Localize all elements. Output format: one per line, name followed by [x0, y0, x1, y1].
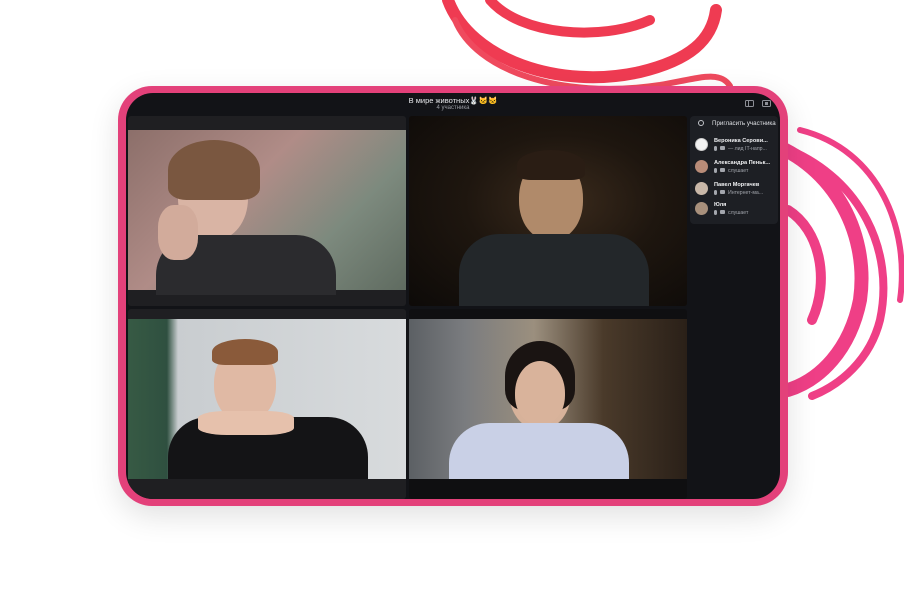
invite-label: Пригласить участника	[712, 120, 776, 127]
camera-icon	[720, 146, 725, 150]
video-feed	[409, 319, 687, 479]
mic-icon	[714, 210, 717, 215]
invite-user-icon	[698, 120, 704, 126]
participant-name: Юля	[714, 202, 727, 208]
avatar	[695, 138, 708, 151]
participant-status: Интернет-ма...	[714, 190, 776, 196]
tablet-frame: В мире животных🐰🐱🐱 4 участника Пригласит…	[118, 86, 788, 506]
participant-name: Александра Пеньк...	[714, 160, 771, 166]
invite-participant-button[interactable]: Пригласить участника	[690, 116, 778, 132]
avatar	[695, 160, 708, 173]
video-tile-2[interactable]	[409, 116, 687, 306]
participant-status: — лид IT-напр...	[714, 146, 776, 152]
participant-status: слушает	[714, 168, 776, 174]
video-feed	[128, 130, 406, 295]
participant-item[interactable]: Александра Пеньк... слушает	[690, 158, 778, 179]
video-feed	[128, 319, 406, 479]
participant-status: слушает	[714, 210, 776, 216]
avatar	[695, 182, 708, 195]
call-title: В мире животных🐰🐱🐱	[408, 96, 498, 105]
sidebar-toggle-icon[interactable]	[745, 100, 754, 107]
participant-count: 4 участника	[436, 105, 470, 111]
camera-icon	[720, 210, 725, 214]
participant-name: Вероника Серови...	[714, 138, 768, 144]
video-tile-4[interactable]	[409, 309, 687, 499]
video-feed	[409, 116, 687, 306]
video-call-window: В мире животных🐰🐱🐱 4 участника Пригласит…	[126, 93, 780, 499]
fullscreen-icon[interactable]	[762, 100, 771, 107]
camera-icon	[720, 168, 725, 172]
call-header: В мире животных🐰🐱🐱 4 участника	[126, 93, 780, 117]
avatar	[695, 202, 708, 215]
video-tile-1[interactable]	[128, 116, 406, 306]
video-tile-3[interactable]	[128, 309, 406, 499]
mic-icon	[714, 146, 717, 151]
participants-panel: Пригласить участника Вероника Серови... …	[690, 116, 778, 224]
participant-item[interactable]: Юля слушает	[690, 200, 778, 221]
participant-name: Павел Моргачев	[714, 182, 760, 188]
mic-icon	[714, 190, 717, 195]
participant-item[interactable]: Павел Моргачев Интернет-ма...	[690, 180, 778, 201]
mic-icon	[714, 168, 717, 173]
camera-icon	[720, 190, 725, 194]
participant-item[interactable]: Вероника Серови... — лид IT-напр...	[690, 136, 778, 157]
